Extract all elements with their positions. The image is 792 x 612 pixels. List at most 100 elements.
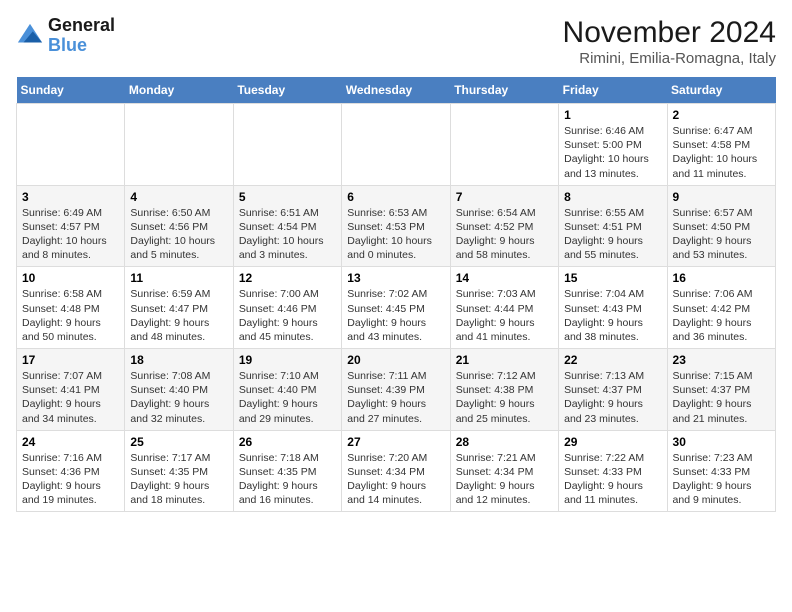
day-number: 30: [673, 435, 770, 449]
day-number: 8: [564, 190, 661, 204]
week-row-3: 10 Sunrise: 6:58 AMSunset: 4:48 PMDaylig…: [17, 267, 776, 349]
cell-3-4: 21 Sunrise: 7:12 AMSunset: 4:38 PMDaylig…: [450, 349, 558, 431]
cell-3-6: 23 Sunrise: 7:15 AMSunset: 4:37 PMDaylig…: [667, 349, 775, 431]
cell-2-1: 11 Sunrise: 6:59 AMSunset: 4:47 PMDaylig…: [125, 267, 233, 349]
day-number: 23: [673, 353, 770, 367]
cell-1-6: 9 Sunrise: 6:57 AMSunset: 4:50 PMDayligh…: [667, 185, 775, 267]
day-number: 7: [456, 190, 553, 204]
col-tuesday: Tuesday: [233, 77, 341, 104]
day-info: Sunrise: 7:22 AMSunset: 4:33 PMDaylight:…: [564, 451, 661, 508]
day-info: Sunrise: 6:51 AMSunset: 4:54 PMDaylight:…: [239, 206, 336, 263]
cell-2-2: 12 Sunrise: 7:00 AMSunset: 4:46 PMDaylig…: [233, 267, 341, 349]
day-info: Sunrise: 6:57 AMSunset: 4:50 PMDaylight:…: [673, 206, 770, 263]
month-title: November 2024: [563, 16, 776, 50]
header-row: Sunday Monday Tuesday Wednesday Thursday…: [17, 77, 776, 104]
day-number: 29: [564, 435, 661, 449]
cell-3-5: 22 Sunrise: 7:13 AMSunset: 4:37 PMDaylig…: [559, 349, 667, 431]
week-row-2: 3 Sunrise: 6:49 AMSunset: 4:57 PMDayligh…: [17, 185, 776, 267]
title-area: November 2024 Rimini, Emilia-Romagna, It…: [563, 16, 776, 67]
day-info: Sunrise: 6:59 AMSunset: 4:47 PMDaylight:…: [130, 287, 227, 344]
day-info: Sunrise: 7:21 AMSunset: 4:34 PMDaylight:…: [456, 451, 553, 508]
location-title: Rimini, Emilia-Romagna, Italy: [563, 50, 776, 67]
day-number: 13: [347, 271, 444, 285]
day-info: Sunrise: 7:23 AMSunset: 4:33 PMDaylight:…: [673, 451, 770, 508]
cell-3-1: 18 Sunrise: 7:08 AMSunset: 4:40 PMDaylig…: [125, 349, 233, 431]
cell-0-3: [342, 104, 450, 186]
day-info: Sunrise: 7:10 AMSunset: 4:40 PMDaylight:…: [239, 369, 336, 426]
day-info: Sunrise: 7:00 AMSunset: 4:46 PMDaylight:…: [239, 287, 336, 344]
day-info: Sunrise: 6:46 AMSunset: 5:00 PMDaylight:…: [564, 124, 661, 181]
cell-3-2: 19 Sunrise: 7:10 AMSunset: 4:40 PMDaylig…: [233, 349, 341, 431]
logo-line2: Blue: [48, 35, 87, 55]
cell-4-0: 24 Sunrise: 7:16 AMSunset: 4:36 PMDaylig…: [17, 430, 125, 512]
cell-3-0: 17 Sunrise: 7:07 AMSunset: 4:41 PMDaylig…: [17, 349, 125, 431]
day-info: Sunrise: 6:50 AMSunset: 4:56 PMDaylight:…: [130, 206, 227, 263]
day-number: 2: [673, 108, 770, 122]
day-number: 5: [239, 190, 336, 204]
day-info: Sunrise: 7:15 AMSunset: 4:37 PMDaylight:…: [673, 369, 770, 426]
day-number: 16: [673, 271, 770, 285]
cell-4-3: 27 Sunrise: 7:20 AMSunset: 4:34 PMDaylig…: [342, 430, 450, 512]
day-info: Sunrise: 6:53 AMSunset: 4:53 PMDaylight:…: [347, 206, 444, 263]
cell-0-4: [450, 104, 558, 186]
cell-0-2: [233, 104, 341, 186]
day-info: Sunrise: 7:12 AMSunset: 4:38 PMDaylight:…: [456, 369, 553, 426]
day-number: 22: [564, 353, 661, 367]
week-row-4: 17 Sunrise: 7:07 AMSunset: 4:41 PMDaylig…: [17, 349, 776, 431]
cell-2-5: 15 Sunrise: 7:04 AMSunset: 4:43 PMDaylig…: [559, 267, 667, 349]
day-number: 28: [456, 435, 553, 449]
day-number: 17: [22, 353, 119, 367]
col-friday: Friday: [559, 77, 667, 104]
cell-4-1: 25 Sunrise: 7:17 AMSunset: 4:35 PMDaylig…: [125, 430, 233, 512]
day-info: Sunrise: 7:13 AMSunset: 4:37 PMDaylight:…: [564, 369, 661, 426]
cell-0-1: [125, 104, 233, 186]
day-info: Sunrise: 7:07 AMSunset: 4:41 PMDaylight:…: [22, 369, 119, 426]
logo-icon: [16, 22, 44, 50]
day-number: 25: [130, 435, 227, 449]
cell-1-0: 3 Sunrise: 6:49 AMSunset: 4:57 PMDayligh…: [17, 185, 125, 267]
cell-1-4: 7 Sunrise: 6:54 AMSunset: 4:52 PMDayligh…: [450, 185, 558, 267]
day-info: Sunrise: 7:17 AMSunset: 4:35 PMDaylight:…: [130, 451, 227, 508]
cell-0-6: 2 Sunrise: 6:47 AMSunset: 4:58 PMDayligh…: [667, 104, 775, 186]
day-number: 27: [347, 435, 444, 449]
day-info: Sunrise: 6:55 AMSunset: 4:51 PMDaylight:…: [564, 206, 661, 263]
logo-text: General Blue: [48, 16, 115, 56]
cell-4-5: 29 Sunrise: 7:22 AMSunset: 4:33 PMDaylig…: [559, 430, 667, 512]
col-wednesday: Wednesday: [342, 77, 450, 104]
day-info: Sunrise: 7:11 AMSunset: 4:39 PMDaylight:…: [347, 369, 444, 426]
day-number: 3: [22, 190, 119, 204]
cell-1-1: 4 Sunrise: 6:50 AMSunset: 4:56 PMDayligh…: [125, 185, 233, 267]
cell-4-4: 28 Sunrise: 7:21 AMSunset: 4:34 PMDaylig…: [450, 430, 558, 512]
cell-2-6: 16 Sunrise: 7:06 AMSunset: 4:42 PMDaylig…: [667, 267, 775, 349]
day-info: Sunrise: 6:47 AMSunset: 4:58 PMDaylight:…: [673, 124, 770, 181]
day-number: 12: [239, 271, 336, 285]
day-info: Sunrise: 7:08 AMSunset: 4:40 PMDaylight:…: [130, 369, 227, 426]
cell-3-3: 20 Sunrise: 7:11 AMSunset: 4:39 PMDaylig…: [342, 349, 450, 431]
day-number: 11: [130, 271, 227, 285]
calendar-body: 1 Sunrise: 6:46 AMSunset: 5:00 PMDayligh…: [17, 104, 776, 512]
calendar-table: Sunday Monday Tuesday Wednesday Thursday…: [16, 77, 776, 512]
cell-0-0: [17, 104, 125, 186]
logo-line1: General: [48, 16, 115, 36]
day-number: 20: [347, 353, 444, 367]
calendar-header: Sunday Monday Tuesday Wednesday Thursday…: [17, 77, 776, 104]
day-number: 24: [22, 435, 119, 449]
day-number: 1: [564, 108, 661, 122]
cell-2-3: 13 Sunrise: 7:02 AMSunset: 4:45 PMDaylig…: [342, 267, 450, 349]
week-row-5: 24 Sunrise: 7:16 AMSunset: 4:36 PMDaylig…: [17, 430, 776, 512]
day-info: Sunrise: 7:06 AMSunset: 4:42 PMDaylight:…: [673, 287, 770, 344]
day-info: Sunrise: 7:16 AMSunset: 4:36 PMDaylight:…: [22, 451, 119, 508]
col-monday: Monday: [125, 77, 233, 104]
cell-4-6: 30 Sunrise: 7:23 AMSunset: 4:33 PMDaylig…: [667, 430, 775, 512]
day-number: 9: [673, 190, 770, 204]
col-saturday: Saturday: [667, 77, 775, 104]
day-number: 10: [22, 271, 119, 285]
day-info: Sunrise: 7:18 AMSunset: 4:35 PMDaylight:…: [239, 451, 336, 508]
day-number: 4: [130, 190, 227, 204]
day-number: 21: [456, 353, 553, 367]
day-info: Sunrise: 6:49 AMSunset: 4:57 PMDaylight:…: [22, 206, 119, 263]
day-number: 6: [347, 190, 444, 204]
day-number: 19: [239, 353, 336, 367]
day-info: Sunrise: 7:20 AMSunset: 4:34 PMDaylight:…: [347, 451, 444, 508]
cell-1-2: 5 Sunrise: 6:51 AMSunset: 4:54 PMDayligh…: [233, 185, 341, 267]
